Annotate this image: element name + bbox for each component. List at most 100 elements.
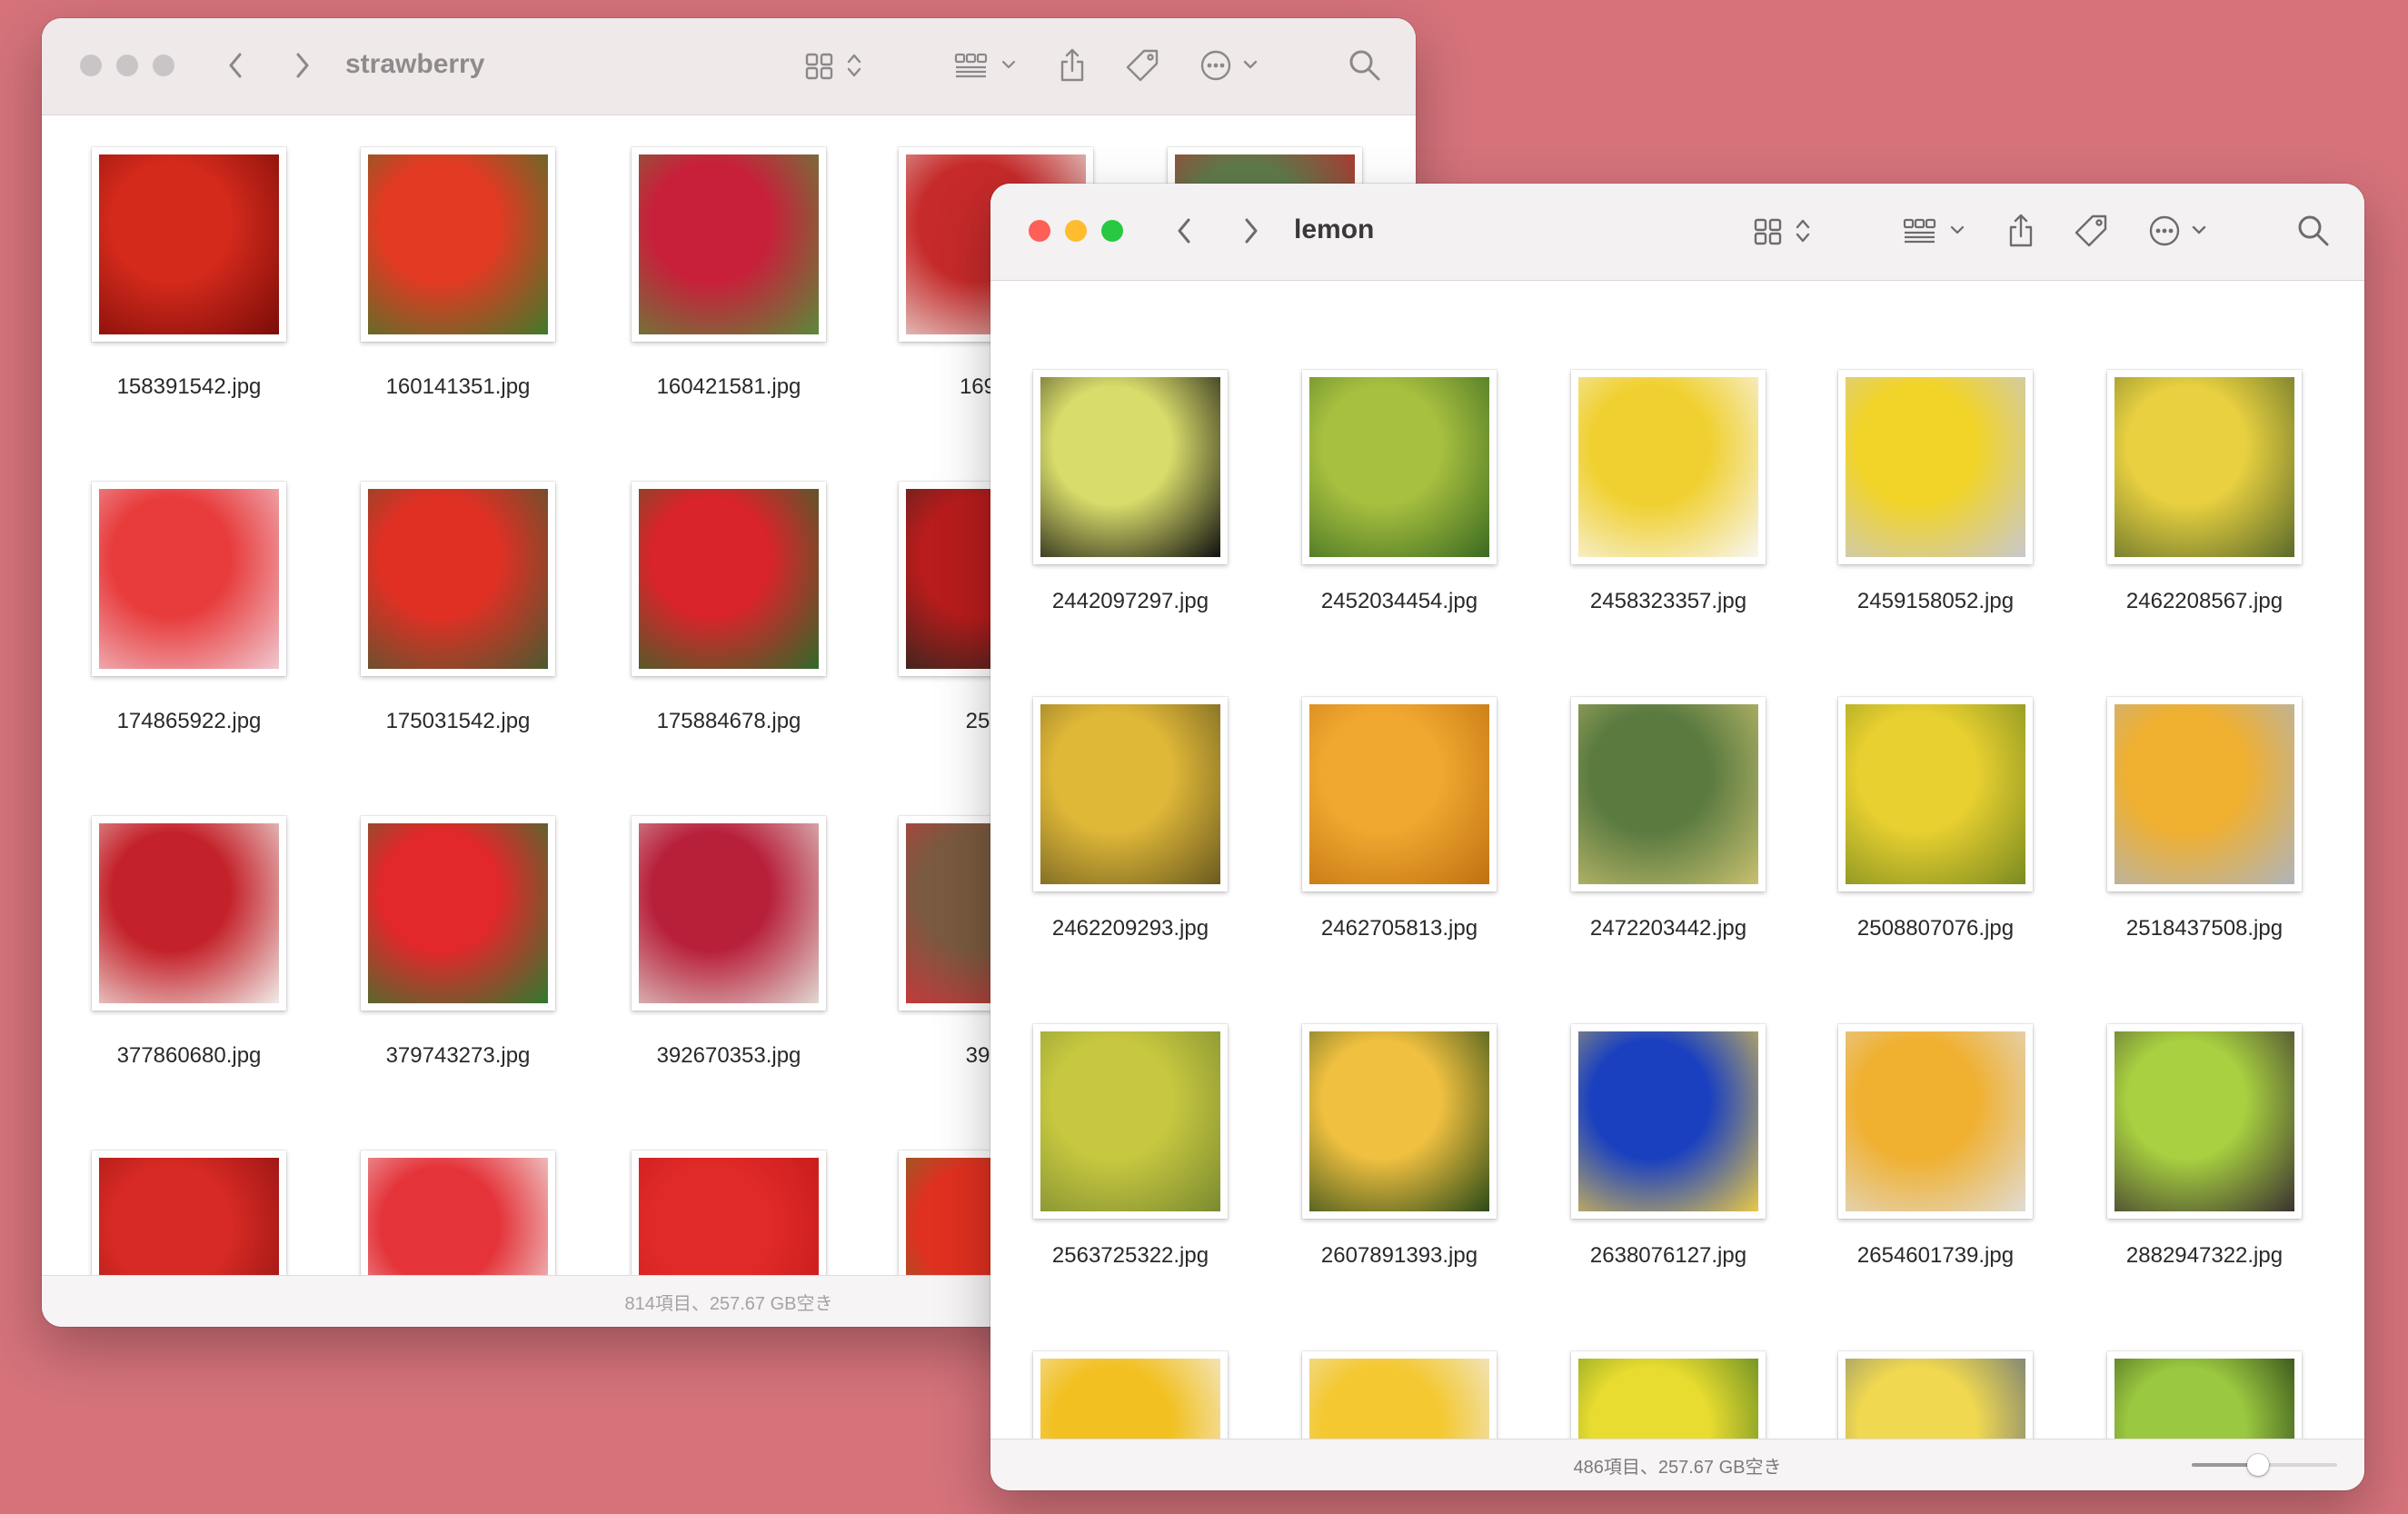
file-name: 2607891393.jpg bbox=[1320, 1243, 1478, 1268]
file-thumbnail bbox=[361, 147, 555, 342]
file-name: 2462705813.jpg bbox=[1320, 916, 1478, 941]
view-mode-button[interactable] bbox=[803, 44, 872, 87]
tag-icon bbox=[2075, 214, 2107, 247]
share-button[interactable] bbox=[1052, 44, 1092, 87]
zoom-button[interactable] bbox=[1101, 220, 1123, 242]
traffic-lights bbox=[80, 55, 174, 76]
icon-size-slider[interactable] bbox=[2192, 1454, 2337, 1476]
file-thumbnail bbox=[361, 1150, 555, 1276]
back-button[interactable] bbox=[1170, 209, 1198, 253]
file-thumbnail bbox=[1033, 1024, 1228, 1219]
file-thumbnail bbox=[361, 482, 555, 676]
file-thumbnail bbox=[1302, 370, 1497, 564]
file-name: 2442097297.jpg bbox=[1051, 589, 1209, 613]
file-name: 158391542.jpg bbox=[116, 374, 262, 399]
share-icon bbox=[2009, 214, 2033, 247]
file-name: 2458323357.jpg bbox=[1589, 589, 1747, 613]
close-button[interactable] bbox=[80, 55, 102, 76]
close-button[interactable] bbox=[1029, 220, 1050, 242]
forward-button[interactable] bbox=[1238, 209, 1265, 253]
search-button[interactable] bbox=[2295, 209, 2332, 253]
grid-view-icon bbox=[805, 53, 861, 80]
file-thumbnail bbox=[632, 482, 826, 676]
chevron-left-icon bbox=[229, 53, 242, 78]
file-thumbnail bbox=[1302, 697, 1497, 891]
traffic-lights bbox=[1029, 220, 1123, 242]
file-thumbnail bbox=[1033, 1351, 1228, 1439]
ellipsis-circle-icon bbox=[1200, 50, 1258, 81]
file-thumbnail bbox=[1571, 1351, 1766, 1439]
file-name: 392670353.jpg bbox=[656, 1043, 801, 1068]
file-name: 174865922.jpg bbox=[116, 709, 262, 733]
share-button[interactable] bbox=[2001, 209, 2041, 253]
file-name: 2472203442.jpg bbox=[1589, 916, 1747, 941]
file-name: 377860680.jpg bbox=[116, 1043, 262, 1068]
view-mode-button[interactable] bbox=[1752, 209, 1821, 253]
file-name: 2638076127.jpg bbox=[1589, 1243, 1747, 1268]
file-thumbnail bbox=[92, 1150, 286, 1276]
file-thumbnail bbox=[1033, 697, 1228, 891]
window-toolbar: lemon bbox=[990, 184, 2364, 281]
window-title: lemon bbox=[1294, 214, 1375, 244]
file-name: 2882947322.jpg bbox=[2125, 1243, 2284, 1268]
share-icon bbox=[1060, 48, 1084, 82]
file-name: 175031542.jpg bbox=[385, 709, 531, 733]
file-name: 160421581.jpg bbox=[656, 374, 801, 399]
slider-knob[interactable] bbox=[2247, 1454, 2269, 1476]
window-toolbar: strawberry bbox=[42, 18, 1416, 115]
file-name: 2452034454.jpg bbox=[1320, 589, 1478, 613]
icon-grid: 2442097297.jpg 2452034454.jpg 2458323357… bbox=[990, 281, 2364, 1439]
status-bar: 486項目、257.67 GB空き bbox=[990, 1439, 2364, 1490]
file-name: 2462209293.jpg bbox=[1051, 916, 1209, 941]
file-thumbnail bbox=[1571, 1024, 1766, 1219]
file-thumbnail bbox=[1302, 1351, 1497, 1439]
more-actions-button[interactable] bbox=[2146, 209, 2215, 253]
file-thumbnail bbox=[1571, 370, 1766, 564]
file-thumbnail bbox=[2107, 370, 2302, 564]
forward-button[interactable] bbox=[289, 44, 316, 87]
group-icon bbox=[1903, 218, 1965, 244]
more-actions-button[interactable] bbox=[1198, 44, 1267, 87]
file-thumbnail bbox=[1838, 697, 2033, 891]
zoom-button[interactable] bbox=[153, 55, 174, 76]
file-thumbnail bbox=[1838, 370, 2033, 564]
file-thumbnail bbox=[632, 816, 826, 1011]
back-button[interactable] bbox=[222, 44, 249, 87]
file-name: 2563725322.jpg bbox=[1051, 1243, 1209, 1268]
minimize-button[interactable] bbox=[116, 55, 138, 76]
group-by-button[interactable] bbox=[1901, 209, 1974, 253]
chevron-left-icon bbox=[1178, 218, 1190, 244]
search-icon bbox=[2298, 215, 2329, 246]
scrolled-labels-row bbox=[990, 281, 2364, 284]
file-name: 175884678.jpg bbox=[656, 709, 801, 733]
search-button[interactable] bbox=[1347, 44, 1383, 87]
file-name: 2508807076.jpg bbox=[1856, 916, 2015, 941]
group-icon bbox=[954, 53, 1016, 78]
file-thumbnail bbox=[1571, 697, 1766, 891]
grid-view-icon bbox=[1754, 218, 1810, 245]
chevron-right-icon bbox=[1245, 218, 1258, 244]
file-thumbnail bbox=[92, 482, 286, 676]
ellipsis-circle-icon bbox=[2149, 215, 2206, 246]
tag-button[interactable] bbox=[2070, 209, 2112, 253]
file-thumbnail bbox=[2107, 697, 2302, 891]
file-thumbnail bbox=[361, 816, 555, 1011]
window-title: strawberry bbox=[345, 49, 485, 79]
status-text: 486項目、257.67 GB空き bbox=[1573, 1457, 1782, 1478]
file-name: 379743273.jpg bbox=[385, 1043, 531, 1068]
file-thumbnail bbox=[92, 147, 286, 342]
file-thumbnail bbox=[92, 816, 286, 1011]
file-thumbnail bbox=[2107, 1351, 2302, 1439]
search-icon bbox=[1349, 50, 1380, 81]
group-by-button[interactable] bbox=[952, 44, 1025, 87]
file-name: 2518437508.jpg bbox=[2125, 916, 2284, 941]
file-thumbnail bbox=[632, 147, 826, 342]
file-thumbnail bbox=[1838, 1351, 2033, 1439]
tag-button[interactable] bbox=[1121, 44, 1163, 87]
file-thumbnail bbox=[2107, 1024, 2302, 1219]
file-thumbnail bbox=[1302, 1024, 1497, 1219]
minimize-button[interactable] bbox=[1065, 220, 1087, 242]
finder-window-lemon[interactable]: lemon 2442097297.jpg 2452034454.jpg 2458… bbox=[990, 184, 2364, 1490]
file-thumbnail bbox=[1838, 1024, 2033, 1219]
file-name: 2654601739.jpg bbox=[1856, 1243, 2015, 1268]
